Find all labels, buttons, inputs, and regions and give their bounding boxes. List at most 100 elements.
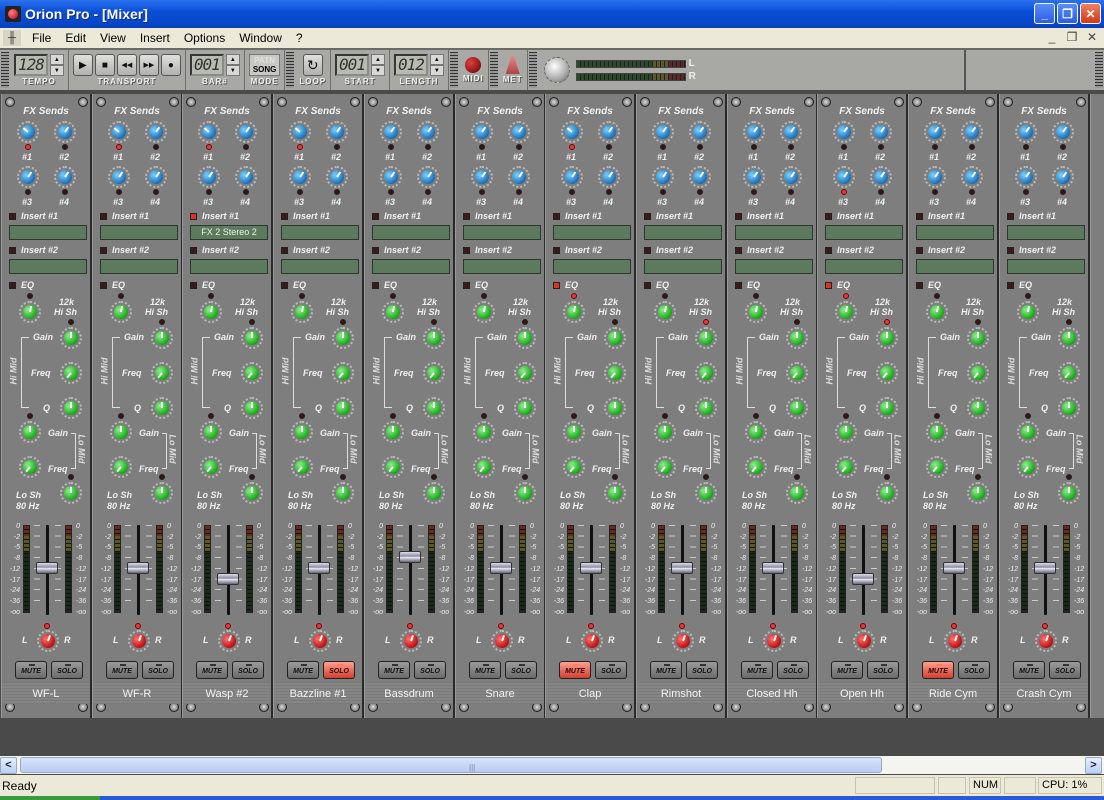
hi-mid-q-knob[interactable] — [151, 397, 173, 419]
insert1-slot[interactable] — [553, 225, 631, 240]
channel-name[interactable]: WF-R — [93, 688, 181, 700]
lo-shelf-knob[interactable] — [967, 482, 989, 504]
insert2-slot[interactable] — [1007, 259, 1085, 274]
insert1-slot[interactable]: FX 2 Stereo 2 — [190, 225, 268, 240]
insert1-slot[interactable] — [1007, 225, 1085, 240]
fx-send-knob-2[interactable] — [417, 121, 439, 143]
lo-shelf-knob[interactable] — [60, 482, 82, 504]
insert1-slot[interactable] — [281, 225, 359, 240]
menu-file[interactable]: File — [25, 31, 58, 45]
lo-mid-freq-knob[interactable] — [563, 456, 585, 478]
fx-send-knob-4[interactable] — [508, 166, 530, 188]
hi-shelf-knob[interactable] — [382, 301, 404, 323]
fx-send-knob-3[interactable] — [289, 166, 311, 188]
solo-button[interactable]: SOLO — [595, 661, 627, 679]
fx-send-knob-1[interactable] — [471, 121, 493, 143]
lo-mid-gain-knob[interactable] — [110, 421, 132, 443]
toolbar-grip[interactable] — [449, 52, 458, 88]
fx-send-knob-1[interactable] — [1015, 121, 1037, 143]
insert1-led[interactable] — [825, 213, 832, 220]
stop-button[interactable]: ■ — [94, 54, 115, 76]
bar-spinner[interactable]: ▲ ▼ — [225, 54, 240, 76]
fx-send-knob-3[interactable] — [108, 166, 130, 188]
start-display[interactable]: 001 — [335, 54, 369, 76]
fader-track[interactable] — [409, 525, 412, 615]
volume-fader[interactable] — [217, 572, 239, 585]
hi-shelf-knob[interactable] — [110, 301, 132, 323]
hi-mid-gain-knob[interactable] — [695, 327, 717, 349]
fx-send-knob-4[interactable] — [961, 166, 983, 188]
insert2-slot[interactable] — [825, 259, 903, 274]
pan-knob[interactable] — [491, 630, 513, 652]
mdi-close-button[interactable]: ✕ — [1084, 30, 1100, 44]
lo-mid-freq-knob[interactable] — [19, 456, 41, 478]
eq-enable-led[interactable] — [644, 282, 651, 289]
volume-fader[interactable] — [762, 561, 784, 574]
mdi-restore-button[interactable]: ❐ — [1064, 30, 1080, 44]
lo-mid-freq-knob[interactable] — [745, 456, 767, 478]
spin-down-icon[interactable]: ▼ — [429, 65, 444, 76]
hi-shelf-knob[interactable] — [926, 301, 948, 323]
hi-mid-q-knob[interactable] — [514, 397, 536, 419]
eq-enable-led[interactable] — [281, 282, 288, 289]
lo-shelf-knob[interactable] — [151, 482, 173, 504]
fx-send-knob-1[interactable] — [108, 121, 130, 143]
lo-mid-gain-knob[interactable] — [1017, 421, 1039, 443]
solo-button[interactable]: SOLO — [867, 661, 899, 679]
hi-mid-q-knob[interactable] — [60, 397, 82, 419]
fx-send-knob-3[interactable] — [743, 166, 765, 188]
pan-knob[interactable] — [763, 630, 785, 652]
hi-mid-gain-knob[interactable] — [423, 327, 445, 349]
scroll-left-button[interactable]: < — [0, 756, 17, 774]
pan-knob[interactable] — [1035, 630, 1057, 652]
pan-knob[interactable] — [37, 630, 59, 652]
eq-enable-led[interactable] — [1007, 282, 1014, 289]
channel-name[interactable]: Closed Hh — [728, 688, 816, 700]
hi-shelf-knob[interactable] — [563, 301, 585, 323]
fx-send-knob-2[interactable] — [145, 121, 167, 143]
hi-mid-gain-knob[interactable] — [60, 327, 82, 349]
eq-enable-led[interactable] — [916, 282, 923, 289]
toolbar-grip[interactable] — [489, 52, 498, 88]
lo-mid-gain-knob[interactable] — [835, 421, 857, 443]
hi-mid-freq-knob[interactable] — [332, 362, 354, 384]
hi-mid-freq-knob[interactable] — [241, 362, 263, 384]
insert2-slot[interactable] — [735, 259, 813, 274]
insert1-slot[interactable] — [735, 225, 813, 240]
hi-mid-gain-knob[interactable] — [604, 327, 626, 349]
hi-mid-q-knob[interactable] — [967, 397, 989, 419]
fx-send-knob-4[interactable] — [326, 166, 348, 188]
volume-fader[interactable] — [580, 561, 602, 574]
fx-send-knob-3[interactable] — [17, 166, 39, 188]
lo-mid-gain-knob[interactable] — [926, 421, 948, 443]
insert2-led[interactable] — [644, 247, 651, 254]
tempo-display[interactable]: 128 — [14, 54, 48, 76]
fader-track[interactable] — [862, 525, 865, 615]
lo-shelf-knob[interactable] — [695, 482, 717, 504]
solo-button[interactable]: SOLO — [686, 661, 718, 679]
lo-mid-gain-knob[interactable] — [200, 421, 222, 443]
hi-shelf-knob[interactable] — [1017, 301, 1039, 323]
hi-mid-gain-knob[interactable] — [332, 327, 354, 349]
fx-send-knob-2[interactable] — [961, 121, 983, 143]
channel-name[interactable]: Crash Cym — [1000, 688, 1088, 700]
spin-up-icon[interactable]: ▲ — [225, 54, 240, 65]
solo-button[interactable]: SOLO — [323, 661, 355, 679]
hi-mid-q-knob[interactable] — [695, 397, 717, 419]
eq-enable-led[interactable] — [825, 282, 832, 289]
insert2-slot[interactable] — [281, 259, 359, 274]
channel-name[interactable]: Rimshot — [637, 688, 725, 700]
fx-send-knob-1[interactable] — [289, 121, 311, 143]
insert1-led[interactable] — [553, 213, 560, 220]
fx-send-knob-2[interactable] — [870, 121, 892, 143]
loop-button[interactable]: ↻ — [302, 54, 323, 76]
solo-button[interactable]: SOLO — [232, 661, 264, 679]
scroll-thumb[interactable]: ||| — [20, 757, 882, 773]
insert2-led[interactable] — [281, 247, 288, 254]
fx-send-knob-1[interactable] — [561, 121, 583, 143]
solo-button[interactable]: SOLO — [1049, 661, 1081, 679]
toolbar-grip[interactable] — [1, 52, 9, 88]
lo-mid-freq-knob[interactable] — [926, 456, 948, 478]
toolbar-grip[interactable] — [286, 52, 295, 88]
fader-track[interactable] — [227, 525, 230, 615]
